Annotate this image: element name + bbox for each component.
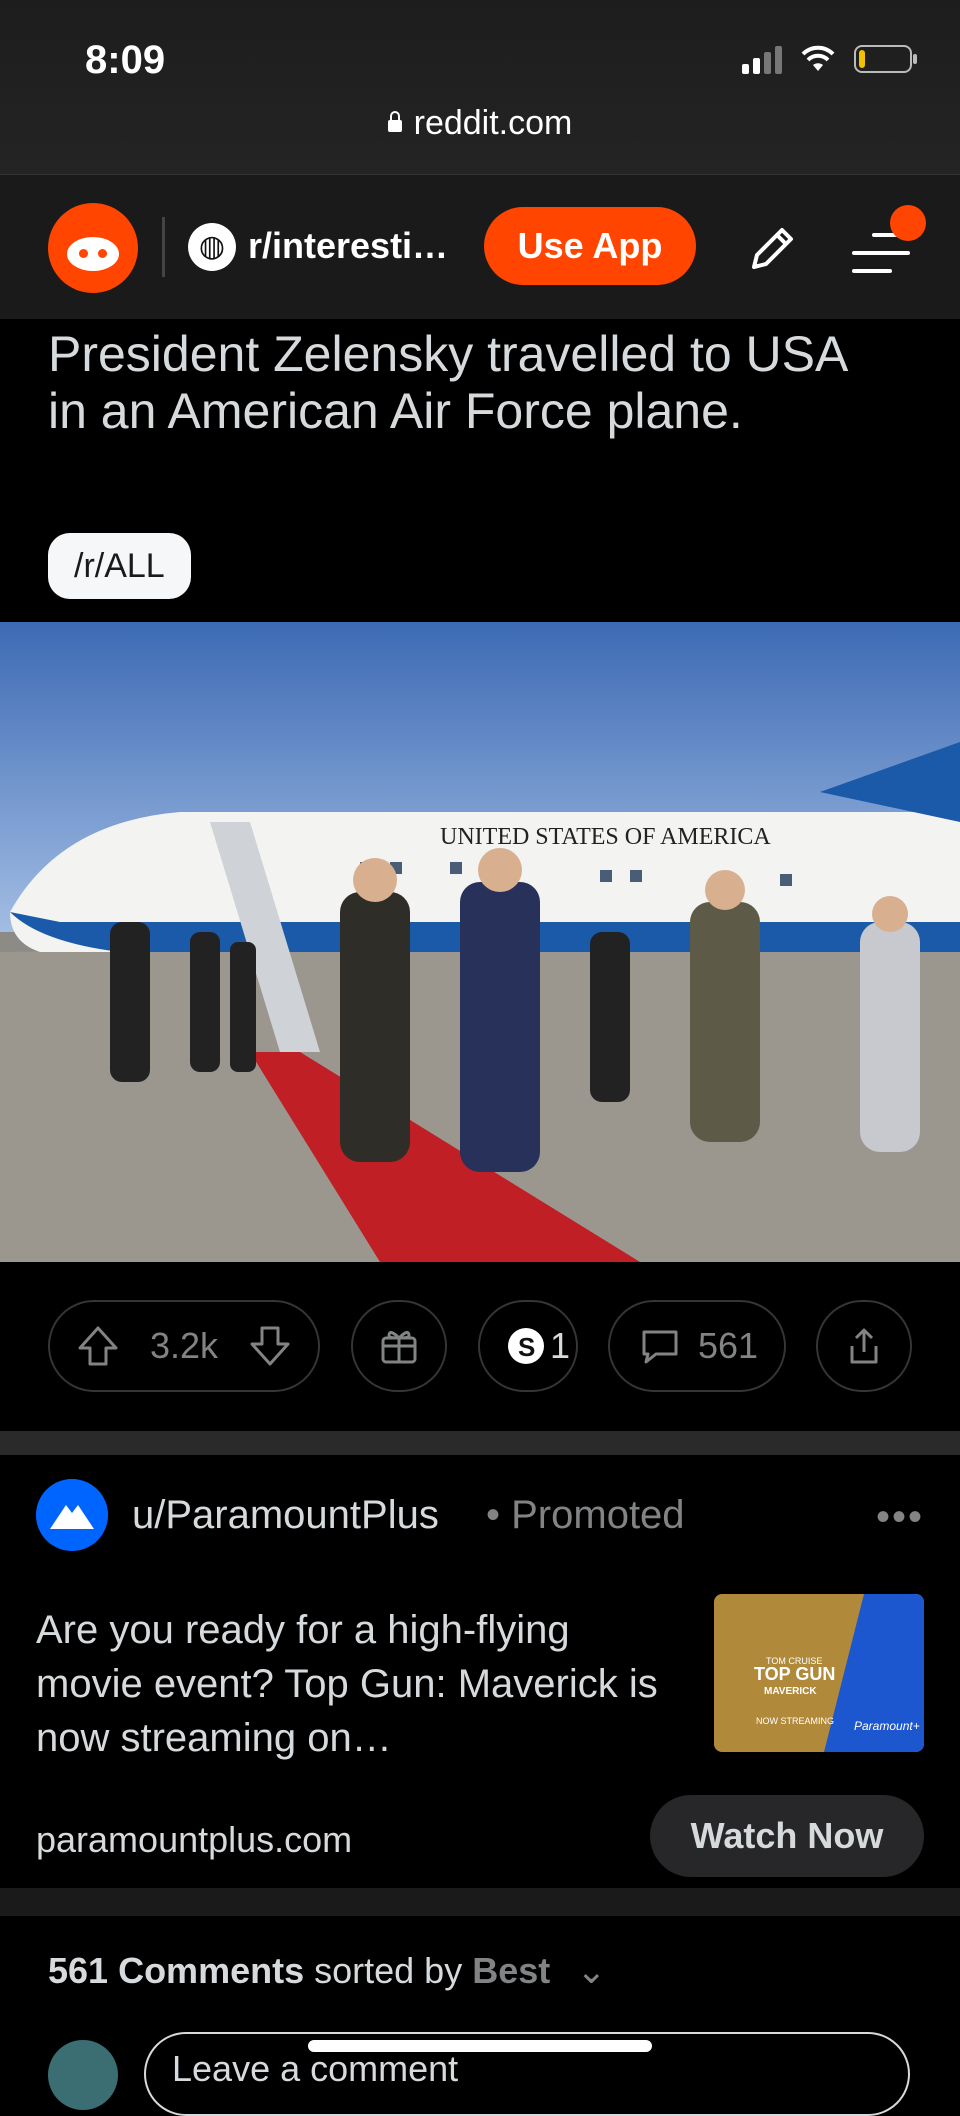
- status-icons: [742, 44, 917, 74]
- subreddit-name[interactable]: r/interesti…: [248, 225, 448, 267]
- url-bar[interactable]: reddit.com: [0, 104, 960, 143]
- vote-count: 3.2k: [149, 1325, 219, 1366]
- award-button[interactable]: S 1: [478, 1300, 578, 1392]
- thumb-now-streaming: NOW STREAMING: [756, 1716, 834, 1726]
- use-app-button[interactable]: Use App: [484, 207, 696, 285]
- notification-dot: [890, 205, 926, 241]
- svg-text:S: S: [518, 1332, 535, 1362]
- promoted-tag: • Promoted: [486, 1493, 685, 1537]
- gift-button[interactable]: [351, 1300, 447, 1392]
- header-divider: [162, 217, 165, 277]
- post-flair[interactable]: /r/ALL: [48, 533, 191, 599]
- comment-count: 561: [697, 1325, 759, 1366]
- lock-icon: [387, 111, 402, 132]
- promoted-domain[interactable]: paramountplus.com: [36, 1819, 352, 1861]
- promoted-text[interactable]: Are you ready for a high-flying movie ev…: [36, 1603, 676, 1765]
- pencil-icon[interactable]: [742, 219, 802, 279]
- signal-icon: [742, 44, 782, 74]
- share-button[interactable]: [816, 1300, 912, 1392]
- battery-icon: [854, 45, 917, 73]
- chevron-down-icon[interactable]: ⌄: [576, 1950, 606, 1992]
- share-icon: [850, 1328, 878, 1364]
- more-options-icon[interactable]: •••: [876, 1495, 924, 1540]
- wifi-icon: [801, 45, 835, 71]
- comments-sort-header[interactable]: 561 Comments sorted by Best ⌄: [48, 1950, 606, 1992]
- reddit-header: ◍ r/interesti… Use App: [0, 174, 960, 319]
- user-avatar[interactable]: [48, 2040, 118, 2110]
- subreddit-globe-icon[interactable]: ◍: [188, 223, 236, 271]
- plane-livery-text: UNITED STATES OF AMERICA: [440, 824, 771, 850]
- comment-icon: [642, 1330, 678, 1364]
- url-text: reddit.com: [413, 104, 573, 142]
- home-indicator: [308, 2040, 652, 2052]
- award-count: 1: [550, 1325, 571, 1366]
- section-separator: [0, 1431, 960, 1455]
- gift-icon: [381, 1331, 417, 1364]
- post-image[interactable]: UNITED STATES OF AMERICA: [0, 622, 960, 1262]
- thumb-paramount: Paramount+: [854, 1719, 920, 1733]
- comments-button[interactable]: 561: [608, 1300, 786, 1392]
- award-icon: S: [508, 1328, 544, 1364]
- status-time: 8:09: [85, 38, 166, 82]
- comments-count-label: 561 Comments: [48, 1950, 305, 1991]
- reddit-logo-icon[interactable]: [48, 203, 138, 293]
- upvote-icon[interactable]: [74, 1322, 122, 1370]
- vote-control: 3.2k: [48, 1300, 320, 1392]
- sort-value[interactable]: Best: [472, 1950, 550, 1991]
- promoted-thumbnail[interactable]: TOM CRUISE TOP GUN MAVERICK NOW STREAMIN…: [714, 1594, 924, 1752]
- sorted-by-label: sorted by: [314, 1950, 463, 1991]
- promoted-post[interactable]: u/ParamountPlus • Promoted ••• Are you r…: [0, 1455, 960, 1888]
- watch-now-button[interactable]: Watch Now: [650, 1795, 924, 1877]
- paramount-logo-icon[interactable]: [36, 1479, 108, 1551]
- promoted-username[interactable]: u/ParamountPlus: [132, 1493, 439, 1538]
- thumb-maverick: MAVERICK: [764, 1686, 817, 1697]
- thumb-top-gun: TOP GUN: [754, 1664, 835, 1684]
- post-action-bar: 3.2k S 1 561: [0, 1262, 960, 1430]
- browser-chrome: 8:09 reddit.com: [0, 0, 960, 174]
- post-title[interactable]: President Zelensky travelled to USA in a…: [48, 326, 888, 440]
- section-separator-2: [0, 1888, 960, 1916]
- downvote-icon[interactable]: [246, 1322, 294, 1370]
